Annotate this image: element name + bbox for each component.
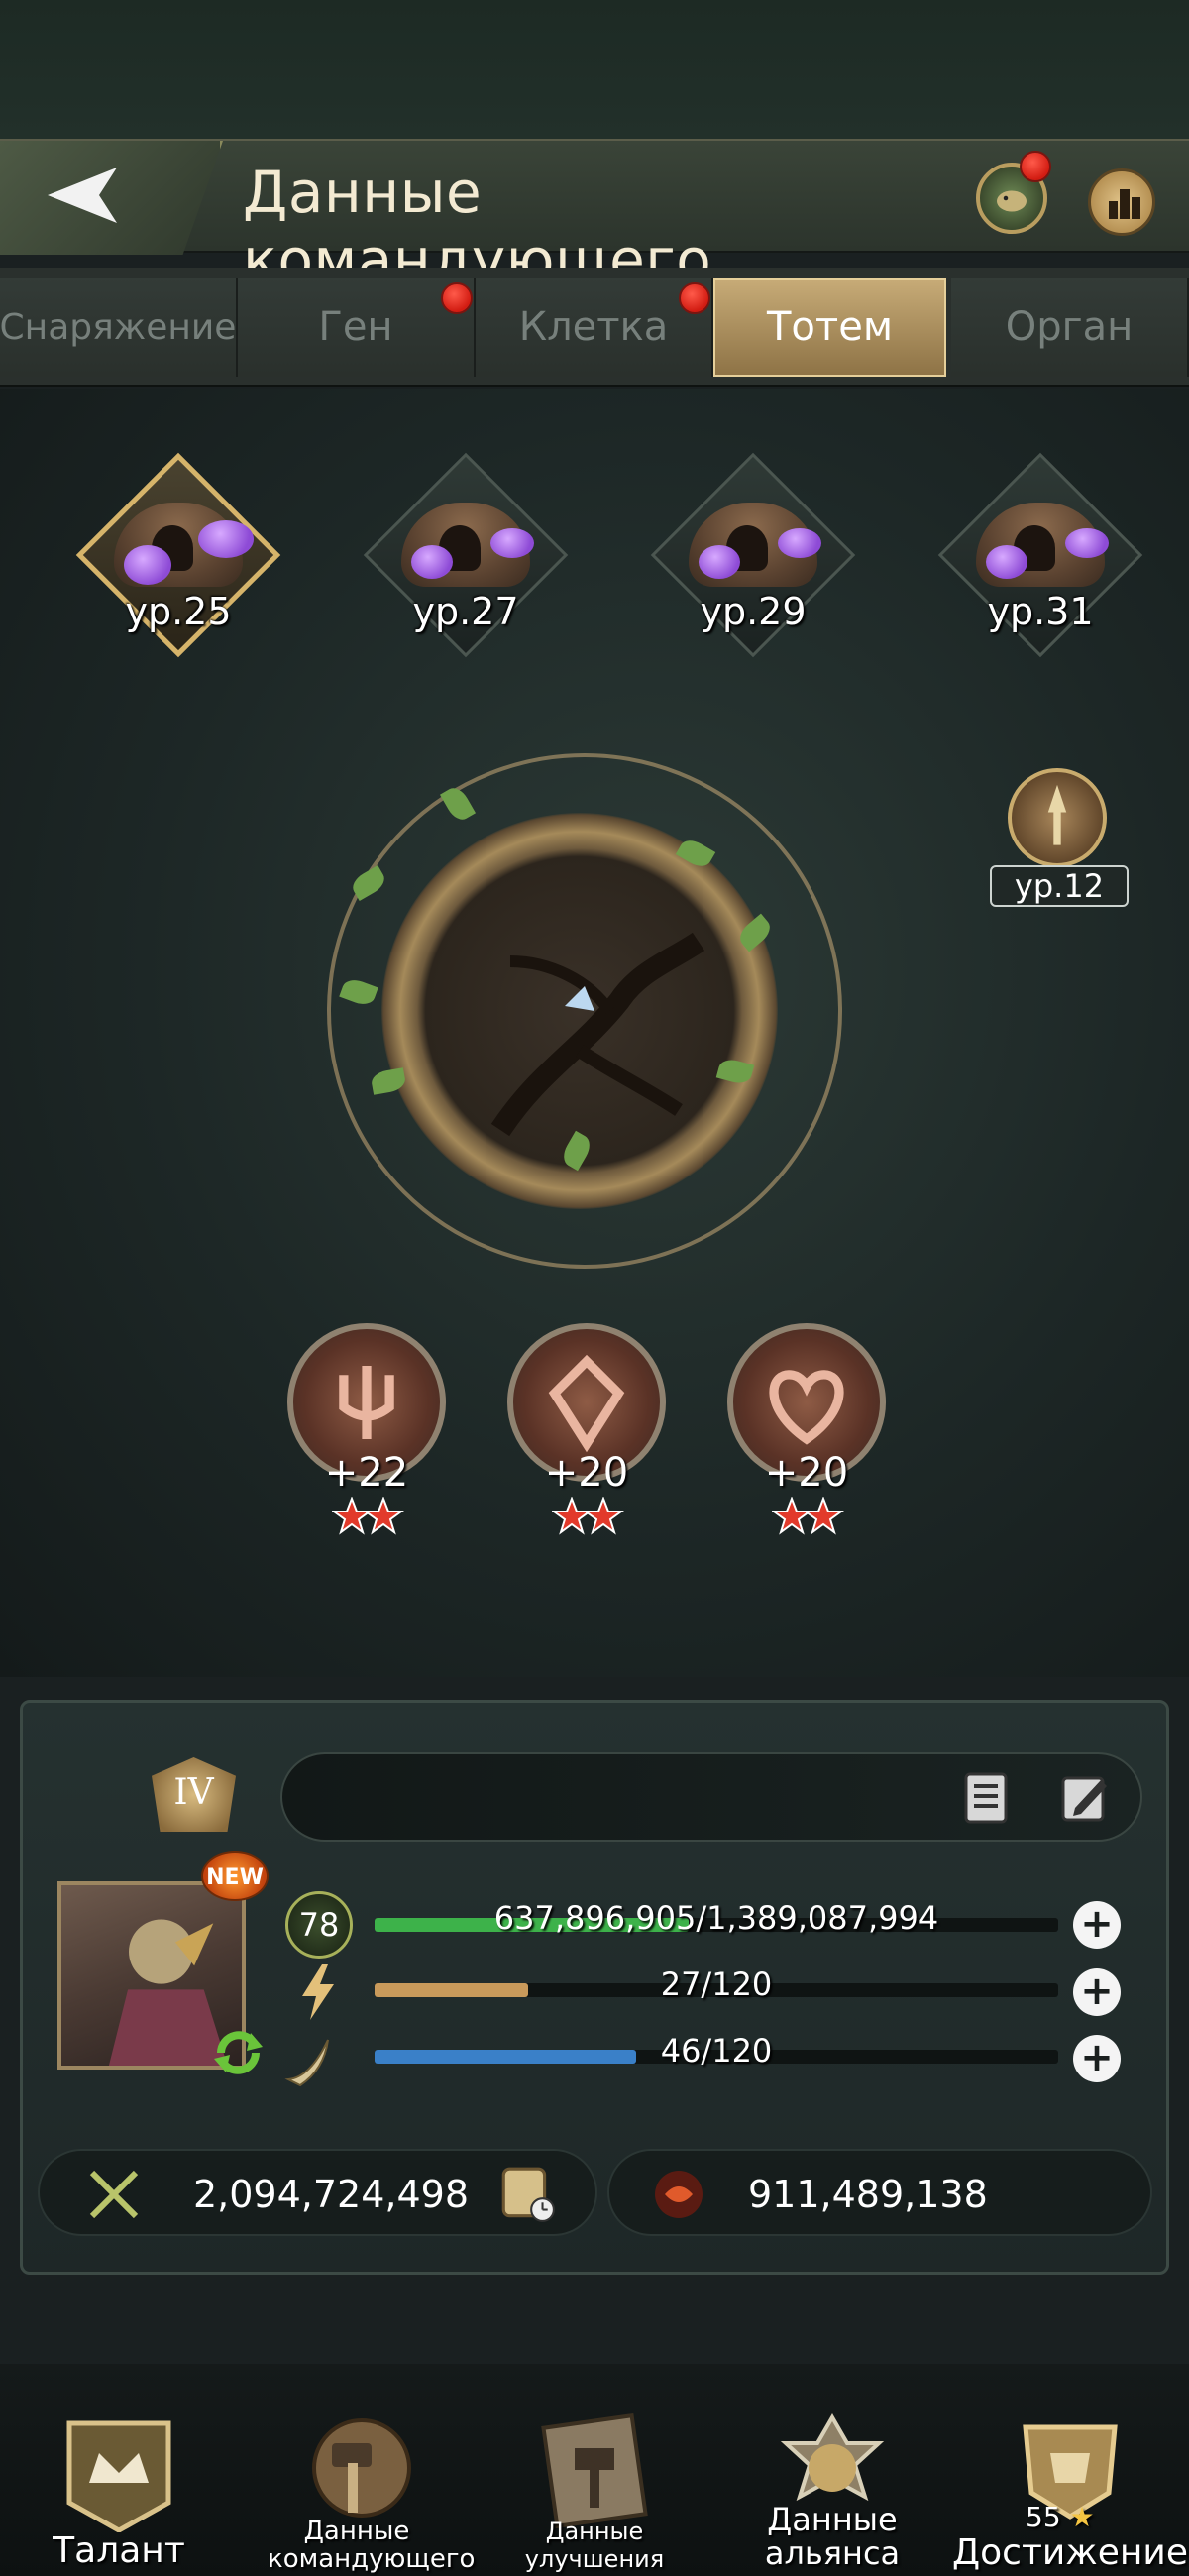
totem-rank-badge[interactable]: ур.12 [986,768,1135,917]
nav-label: Данные альянса [764,2501,901,2572]
mushroom-icon [699,545,740,579]
stamina-text: 46/120 [660,2032,773,2070]
totem-emblem-icon [1008,768,1107,867]
back-button[interactable] [0,141,223,255]
swap-icon[interactable] [211,2025,266,2079]
pet-button[interactable] [976,151,1051,234]
slot-level: ур.27 [412,590,519,633]
nav-alliance-data[interactable]: Данные альянса [713,2364,951,2576]
notification-dot [679,282,710,314]
scroll-hammer-icon [541,2413,648,2529]
ranking-icon [1109,189,1140,219]
stamina-add-button[interactable]: + [1073,2035,1121,2082]
health-stat-badge[interactable]: +20 [717,1323,896,1561]
commander-panel: IV NEW 78 637,896,905/1,389,087,994 + 27… [20,1700,1169,2275]
defense-stat-badge[interactable]: +20 [497,1323,676,1561]
star-icon: ★ [1069,2501,1095,2533]
mushroom-icon [198,520,254,558]
energy-text: 27/120 [660,1965,773,2003]
stat-value: +20 [544,1450,629,1496]
notes-icon[interactable] [956,1768,1016,1828]
tab-equipment[interactable]: Снаряжение [0,278,238,377]
tab-label: Ген [318,304,393,350]
mushroom-icon [1065,528,1109,558]
slot-level: ур.25 [125,590,232,633]
mushroom-icon [124,545,171,585]
totem-slot-1[interactable]: ур.25 [64,441,292,669]
totem-emblem[interactable] [339,783,778,1209]
pet-icon [997,190,1027,212]
totem-slot-2[interactable]: ур.27 [352,441,580,669]
stat-value: +22 [324,1450,409,1496]
hp-add-button[interactable]: + [1073,1901,1121,1949]
bottom-nav: Талант Данные командующего Данные улучше… [0,2364,1189,2576]
kills-icon [655,2171,703,2218]
name-bar [280,1752,1142,1842]
edit-icon[interactable] [1055,1768,1115,1828]
mushroom-icon [490,528,534,558]
nav-label: Талант [53,2530,185,2571]
kills-value: 911,489,138 [748,2173,988,2216]
slot-level: ур.31 [987,590,1094,633]
hp-text: 637,896,905/1,389,087,994 [493,1899,939,1937]
new-badge: NEW [201,1851,269,1901]
top-decor [0,0,1189,139]
crossed-swords-icon [89,2170,139,2219]
header: Данные командующего [0,139,1189,293]
mushroom-icon [986,545,1027,579]
stars-icon [552,1497,625,1535]
nav-talent[interactable]: Талант [0,2364,238,2576]
energy-add-button[interactable]: + [1073,1968,1121,2016]
tab-label: Тотем [767,304,893,350]
ranking-button[interactable] [1088,168,1155,236]
totem-slot-4[interactable]: ур.31 [926,441,1154,669]
tab-label: Снаряжение [0,306,237,348]
scroll-timer-icon[interactable] [495,2163,557,2224]
stars-icon [332,1497,405,1535]
tab-bar: Снаряжение Ген Клетка Тотем Орган [0,268,1189,387]
crown-shield-icon [66,2420,171,2532]
rank-badge: IV [152,1757,236,1832]
nav-commander-data[interactable]: Данные командующего [238,2364,476,2576]
power-value: 2,094,724,498 [193,2173,470,2216]
lightning-icon [302,1964,334,2020]
notification-dot [441,282,473,314]
achievement-count-value: 55 [1026,2501,1061,2533]
tab-cell[interactable]: Клетка [476,278,713,377]
tab-totem[interactable]: Тотем [713,278,946,377]
achievement-count: 55 ★ [1026,2501,1095,2533]
notification-dot [1020,151,1051,182]
mushroom-icon [778,528,821,558]
hammer-icon [312,2418,411,2518]
totem-rank-level: ур.12 [990,865,1129,907]
nav-label: Данные улучшения командующего [498,2518,690,2576]
nav-label: Достижение [952,2532,1188,2573]
stars-icon [772,1497,845,1535]
nav-achievement[interactable]: 55 ★ Достижение [951,2364,1189,2576]
nav-label: Данные командующего [268,2517,476,2574]
slot-level: ур.29 [700,590,807,633]
spear-icon [1047,784,1067,845]
back-arrow-icon [48,168,117,223]
nav-commander-upgrade[interactable]: Данные улучшения командующего [476,2364,713,2576]
attack-stat-badge[interactable]: +22 [277,1323,456,1561]
power-stat: 2,094,724,498 [38,2149,597,2236]
horn-icon [284,2039,329,2087]
tab-organ[interactable]: Орган [951,278,1189,377]
tab-label: Орган [1005,304,1134,350]
mushroom-icon [411,545,453,579]
tab-gene[interactable]: Ген [238,278,476,377]
stat-value: +20 [764,1450,849,1496]
tab-label: Клетка [518,304,669,350]
level-badge: 78 [285,1891,353,1959]
totem-slot-3[interactable]: ур.29 [639,441,867,669]
kills-stat: 911,489,138 [607,2149,1152,2236]
